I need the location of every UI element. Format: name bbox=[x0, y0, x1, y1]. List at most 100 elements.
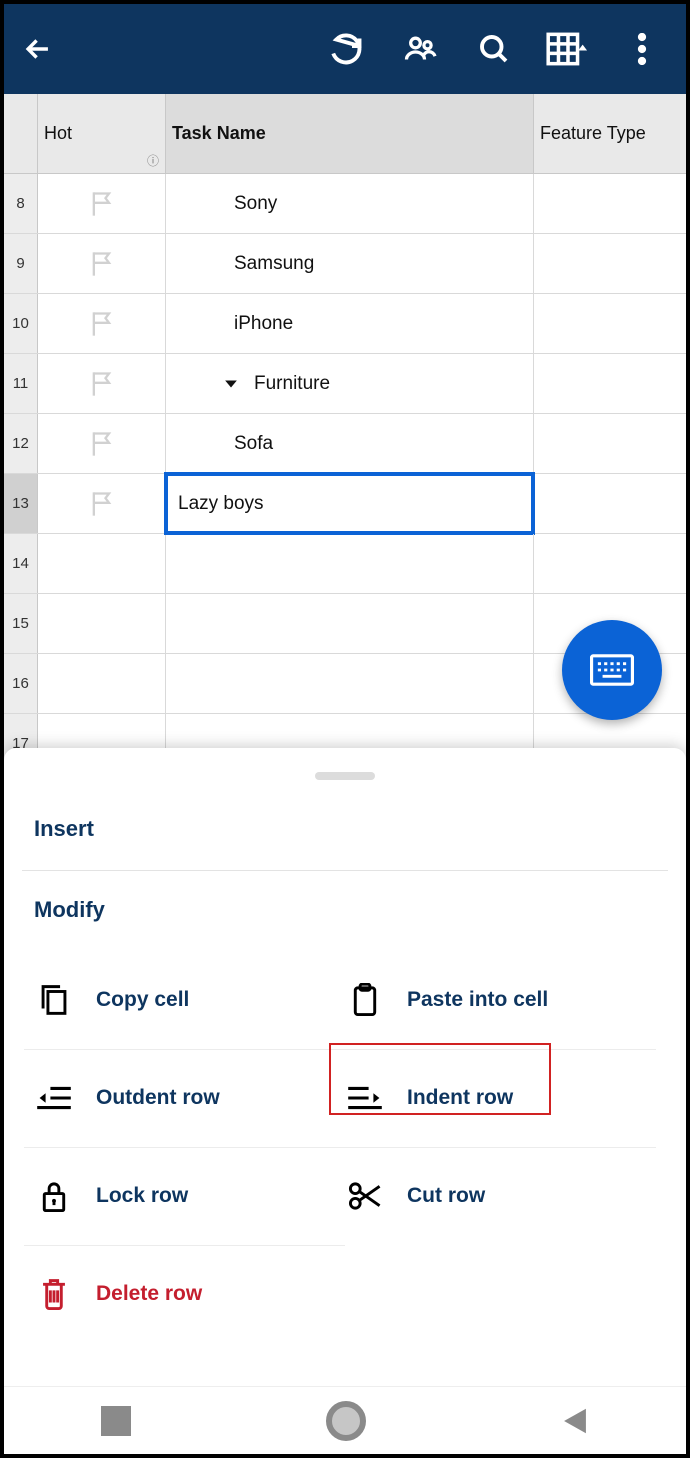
cell-task-name[interactable] bbox=[166, 654, 534, 713]
section-modify-label: Modify bbox=[34, 897, 105, 922]
cell-hot[interactable] bbox=[38, 654, 166, 713]
cell-hot[interactable] bbox=[38, 474, 166, 533]
outdent-icon bbox=[36, 1084, 72, 1112]
view-button[interactable] bbox=[538, 19, 598, 79]
cell-task-name[interactable]: Samsung bbox=[166, 234, 534, 293]
table-row[interactable]: 9 Samsung bbox=[4, 234, 686, 294]
section-insert-label: Insert bbox=[34, 816, 94, 841]
back-button[interactable] bbox=[18, 29, 58, 69]
column-header-task[interactable]: Task Name bbox=[166, 94, 534, 173]
task-name-text: Samsung bbox=[234, 253, 314, 275]
table-row[interactable]: 8 Sony bbox=[4, 174, 686, 234]
grid-view-icon bbox=[546, 31, 590, 67]
trash-icon bbox=[39, 1277, 69, 1311]
cell-hot[interactable] bbox=[38, 414, 166, 473]
app-bar bbox=[4, 4, 686, 94]
action-paste-cell[interactable]: Paste into cell bbox=[345, 951, 656, 1049]
task-name-text: iPhone bbox=[234, 313, 293, 335]
flag-icon bbox=[89, 370, 115, 398]
cell-hot[interactable] bbox=[38, 594, 166, 653]
action-outdent-row[interactable]: Outdent row bbox=[34, 1049, 345, 1147]
context-bottom-sheet: Insert Modify Copy cell Paste into cell … bbox=[4, 748, 686, 1386]
row-number[interactable]: 10 bbox=[4, 294, 38, 353]
cell-hot[interactable] bbox=[38, 534, 166, 593]
cell-hot[interactable] bbox=[38, 234, 166, 293]
cell-hot[interactable] bbox=[38, 354, 166, 413]
action-outdent-label: Outdent row bbox=[96, 1086, 220, 1110]
row-number[interactable]: 11 bbox=[4, 354, 38, 413]
cell-feature-type[interactable] bbox=[534, 174, 686, 233]
keyboard-icon bbox=[590, 654, 634, 686]
action-cut-row[interactable]: Cut row bbox=[345, 1147, 656, 1245]
copy-icon bbox=[39, 983, 69, 1017]
row-number[interactable]: 15 bbox=[4, 594, 38, 653]
overflow-button[interactable] bbox=[612, 19, 672, 79]
flag-icon bbox=[89, 430, 115, 458]
task-name-text: Furniture bbox=[254, 373, 330, 395]
column-header-feature-label: Feature Type bbox=[540, 123, 646, 144]
flag-icon bbox=[89, 190, 115, 218]
action-copy-label: Copy cell bbox=[96, 988, 189, 1012]
cut-icon bbox=[348, 1181, 382, 1211]
cell-feature-type[interactable] bbox=[534, 474, 686, 533]
table-row[interactable]: 13 Lazy boys bbox=[4, 474, 686, 534]
column-header-feature[interactable]: Feature Type bbox=[534, 94, 686, 173]
cell-task-name[interactable]: Furniture bbox=[166, 354, 534, 413]
cell-feature-type[interactable] bbox=[534, 414, 686, 473]
nav-recents[interactable] bbox=[101, 1406, 131, 1436]
cell-hot[interactable] bbox=[38, 174, 166, 233]
row-number[interactable]: 12 bbox=[4, 414, 38, 473]
action-delete-row[interactable]: Delete row bbox=[34, 1245, 345, 1343]
search-icon bbox=[476, 31, 512, 67]
action-copy-cell[interactable]: Copy cell bbox=[34, 951, 345, 1049]
search-button[interactable] bbox=[464, 19, 524, 79]
nav-back[interactable] bbox=[561, 1406, 589, 1436]
caret-down-icon bbox=[224, 379, 238, 389]
keyboard-fab[interactable] bbox=[562, 620, 662, 720]
column-header-hot-label: Hot bbox=[44, 123, 72, 144]
row-number[interactable]: 8 bbox=[4, 174, 38, 233]
cell-feature-type[interactable] bbox=[534, 534, 686, 593]
cell-feature-type[interactable] bbox=[534, 354, 686, 413]
cell-feature-type[interactable] bbox=[534, 294, 686, 353]
row-number[interactable]: 16 bbox=[4, 654, 38, 713]
cell-hot[interactable] bbox=[38, 294, 166, 353]
cell-feature-type[interactable] bbox=[534, 234, 686, 293]
task-name-text: Sofa bbox=[234, 433, 273, 455]
nav-home[interactable] bbox=[326, 1401, 366, 1441]
cell-task-name[interactable]: Lazy boys bbox=[166, 474, 534, 533]
table-row[interactable]: 11 Furniture bbox=[4, 354, 686, 414]
row-number[interactable]: 13 bbox=[4, 474, 38, 533]
refresh-icon bbox=[328, 31, 364, 67]
column-header-hot[interactable]: Hot ⓘ bbox=[38, 94, 166, 173]
section-modify: Modify bbox=[4, 871, 686, 951]
flag-icon bbox=[89, 310, 115, 338]
table-row[interactable]: 14 bbox=[4, 534, 686, 594]
drag-handle[interactable] bbox=[315, 772, 375, 780]
arrow-left-icon bbox=[21, 32, 55, 66]
flag-icon bbox=[89, 490, 115, 518]
table-row[interactable]: 10 iPhone bbox=[4, 294, 686, 354]
action-indent-row[interactable]: Indent row bbox=[345, 1049, 656, 1147]
task-name-text: Sony bbox=[234, 193, 277, 215]
android-nav-bar bbox=[4, 1386, 686, 1454]
refresh-button[interactable] bbox=[316, 19, 376, 79]
column-header-row: Hot ⓘ Task Name Feature Type bbox=[4, 94, 686, 174]
action-cut-label: Cut row bbox=[407, 1184, 485, 1208]
paste-icon bbox=[351, 983, 379, 1017]
row-number[interactable]: 14 bbox=[4, 534, 38, 593]
indent-icon bbox=[347, 1084, 383, 1112]
section-insert[interactable]: Insert bbox=[4, 808, 686, 870]
share-button[interactable] bbox=[390, 19, 450, 79]
flag-icon bbox=[89, 250, 115, 278]
row-number[interactable]: 9 bbox=[4, 234, 38, 293]
action-delete-label: Delete row bbox=[96, 1282, 202, 1306]
cell-task-name[interactable]: Sony bbox=[166, 174, 534, 233]
cell-task-name[interactable]: iPhone bbox=[166, 294, 534, 353]
cell-task-name[interactable]: Sofa bbox=[166, 414, 534, 473]
cell-task-name[interactable] bbox=[166, 594, 534, 653]
action-lock-row[interactable]: Lock row bbox=[34, 1147, 345, 1245]
table-row[interactable]: 12 Sofa bbox=[4, 414, 686, 474]
more-vert-icon bbox=[637, 33, 647, 65]
cell-task-name[interactable] bbox=[166, 534, 534, 593]
